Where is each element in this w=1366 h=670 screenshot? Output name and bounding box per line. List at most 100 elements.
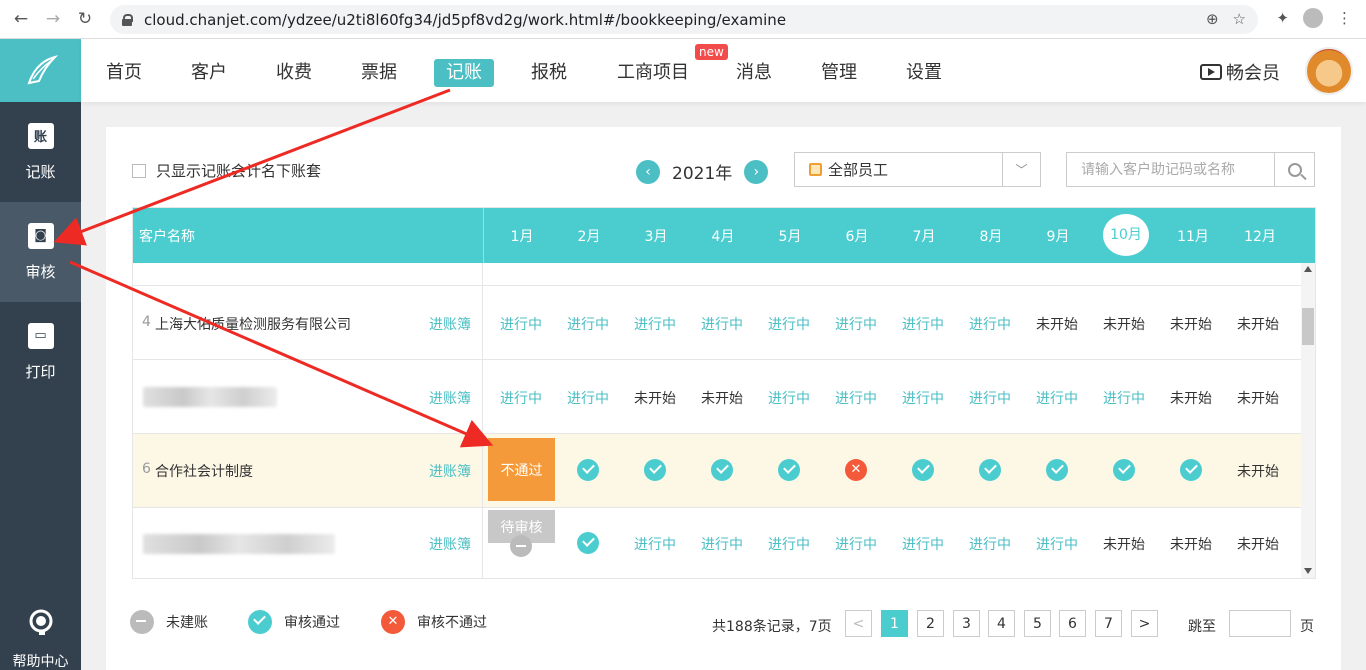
open-ledger-link[interactable]: 进账簿: [429, 314, 471, 334]
address-bar[interactable]: cloud.chanjet.com/ydzee/u2ti8l60fg34/jd5…: [110, 5, 1258, 34]
month-header[interactable]: 6月: [832, 226, 882, 246]
month-status-cell[interactable]: 进行中: [625, 314, 685, 334]
back-icon[interactable]: ←: [10, 9, 32, 29]
profile-avatar-icon[interactable]: [1303, 8, 1323, 28]
nav-bookkeeping[interactable]: 记账: [434, 59, 494, 87]
browser-menu-icon[interactable]: ⋮: [1337, 9, 1352, 27]
check-icon[interactable]: [1046, 459, 1068, 481]
zoom-icon[interactable]: ⊕: [1206, 10, 1219, 28]
prev-year-button[interactable]: ‹: [636, 159, 660, 184]
page-button[interactable]: 2: [917, 610, 944, 637]
month-header[interactable]: 4月: [698, 226, 748, 246]
month-status-cell[interactable]: 进行中: [692, 314, 752, 334]
month-status-cell[interactable]: 进行中: [759, 534, 819, 554]
month-status-cell[interactable]: 进行中: [1027, 534, 1087, 554]
month-status-cell[interactable]: 进行中: [1027, 388, 1087, 408]
jump-page-input[interactable]: [1229, 610, 1291, 637]
app-logo[interactable]: [0, 39, 81, 102]
only-mine-checkbox[interactable]: [132, 163, 146, 178]
customer-name: 合作社会计制度: [155, 464, 253, 480]
month-status-cell[interactable]: 进行中: [960, 314, 1020, 334]
month-status-cell[interactable]: 进行中: [893, 314, 953, 334]
next-year-button[interactable]: ›: [744, 159, 769, 184]
month-status-cell[interactable]: 进行中: [491, 388, 551, 408]
open-ledger-link[interactable]: 进账簿: [429, 534, 471, 554]
month-header[interactable]: 11月: [1168, 226, 1218, 246]
month-status-cell[interactable]: 进行中: [558, 388, 618, 408]
month-header[interactable]: 2月: [564, 226, 614, 246]
month-status-cell[interactable]: 进行中: [625, 534, 685, 554]
scrollbar-thumb[interactable]: [1302, 308, 1314, 345]
month-header[interactable]: 7月: [899, 226, 949, 246]
month-header[interactable]: 12月: [1235, 226, 1285, 246]
scroll-up-icon[interactable]: [1304, 266, 1312, 272]
nav-receipts[interactable]: 票据: [361, 59, 397, 87]
nav-home[interactable]: 首页: [106, 59, 142, 87]
month-status-cell[interactable]: 进行中: [1094, 388, 1154, 408]
sidebar-item-bookkeeping[interactable]: 账 记账: [0, 102, 81, 202]
month-status-cell[interactable]: 进行中: [893, 534, 953, 554]
month-status-cell[interactable]: 进行中: [759, 314, 819, 334]
month-header[interactable]: 5月: [765, 226, 815, 246]
extensions-icon[interactable]: ✦: [1276, 9, 1289, 27]
page-button[interactable]: 6: [1059, 610, 1086, 637]
page-button[interactable]: 5: [1024, 610, 1051, 637]
forward-icon[interactable]: →: [42, 9, 64, 29]
page-button[interactable]: 4: [988, 610, 1015, 637]
review-failed-badge[interactable]: 不通过: [488, 438, 555, 501]
bookmark-star-icon[interactable]: ☆: [1233, 10, 1246, 28]
check-icon[interactable]: [644, 459, 666, 481]
month-status-cell[interactable]: 进行中: [491, 314, 551, 334]
month-status-cell[interactable]: 进行中: [558, 314, 618, 334]
check-icon[interactable]: [711, 459, 733, 481]
nav-settings[interactable]: 设置: [906, 59, 942, 87]
month-status-cell[interactable]: 进行中: [893, 388, 953, 408]
page-button[interactable]: 7: [1095, 610, 1122, 637]
month-status-cell[interactable]: 进行中: [759, 388, 819, 408]
prev-page-button[interactable]: <: [845, 610, 872, 637]
customer-search-input[interactable]: [1067, 153, 1275, 186]
month-status-cell[interactable]: 进行中: [826, 388, 886, 408]
check-icon[interactable]: [979, 459, 1001, 481]
page-button[interactable]: 3: [953, 610, 980, 637]
reload-icon[interactable]: ↻: [74, 9, 96, 29]
month-status-cell[interactable]: 进行中: [960, 534, 1020, 554]
nav-tax[interactable]: 报税: [531, 59, 567, 87]
month-status-cell: 未开始: [1103, 537, 1145, 553]
open-ledger-link[interactable]: 进账簿: [429, 461, 471, 481]
sidebar-item-print[interactable]: ▭ 打印: [0, 302, 81, 402]
check-icon[interactable]: [1180, 459, 1202, 481]
nav-fees[interactable]: 收费: [276, 59, 312, 87]
check-icon[interactable]: [778, 459, 800, 481]
nav-management[interactable]: 管理: [821, 59, 857, 87]
cross-icon[interactable]: ✕: [845, 459, 867, 481]
nav-customers[interactable]: 客户: [191, 59, 227, 87]
page-button[interactable]: 1: [881, 610, 908, 637]
nav-messages[interactable]: 消息: [736, 59, 772, 87]
open-ledger-link[interactable]: 进账簿: [429, 388, 471, 408]
check-icon[interactable]: [1113, 459, 1135, 481]
only-mine-filter[interactable]: 只显示记账会计名下账套: [132, 160, 321, 181]
month-status-cell[interactable]: 进行中: [960, 388, 1020, 408]
user-avatar[interactable]: [1305, 47, 1353, 95]
month-header[interactable]: 3月: [631, 226, 681, 246]
next-page-button[interactable]: >: [1131, 610, 1158, 637]
help-center[interactable]: 帮助中心: [0, 607, 81, 670]
nav-business-projects[interactable]: 工商项目: [617, 59, 689, 87]
month-header[interactable]: 9月: [1033, 226, 1083, 246]
month-status-cell[interactable]: 进行中: [692, 534, 752, 554]
search-button[interactable]: [1274, 153, 1314, 186]
month-status-cell[interactable]: 进行中: [826, 534, 886, 554]
check-icon[interactable]: [577, 532, 599, 554]
check-icon[interactable]: [912, 459, 934, 481]
sidebar-item-review[interactable]: ◙ 审核: [0, 202, 81, 302]
month-status-cell[interactable]: 进行中: [826, 314, 886, 334]
check-icon[interactable]: [577, 459, 599, 481]
employee-select[interactable]: 全部员工 ﹀: [794, 152, 1041, 187]
scroll-down-icon[interactable]: [1304, 568, 1312, 574]
month-header[interactable]: 1月: [497, 226, 547, 246]
member-link[interactable]: 畅会员: [1200, 59, 1280, 85]
chevron-down-icon[interactable]: ﹀: [1002, 153, 1040, 186]
month-header[interactable]: 8月: [966, 226, 1016, 246]
month-header-current[interactable]: 10月: [1103, 214, 1149, 256]
